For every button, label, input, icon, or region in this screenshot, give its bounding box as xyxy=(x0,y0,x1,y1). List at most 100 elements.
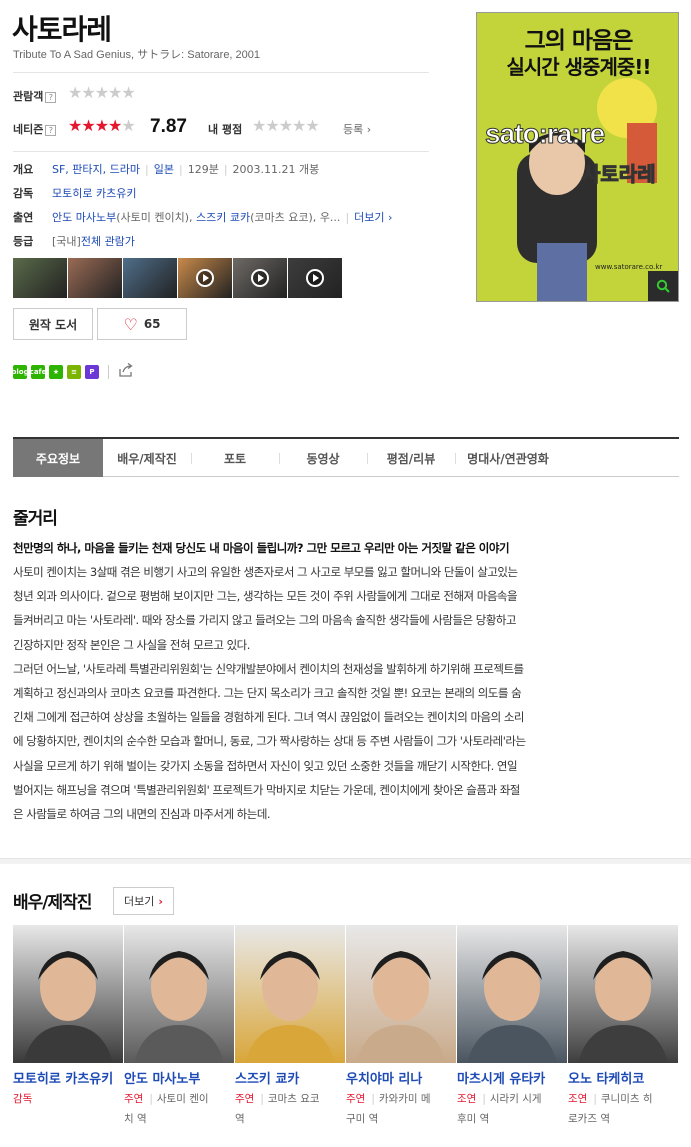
section-tabs: 주요정보 배우/제작진 포토 동영상 평점/리뷰 명대사/연관영화 xyxy=(13,437,679,477)
video-thumbnail[interactable] xyxy=(288,258,342,298)
netizen-label-text: 네티즌 xyxy=(13,123,44,136)
character-name: 시라키 시게 xyxy=(489,1093,542,1105)
star-icon: ★ xyxy=(265,116,279,135)
video-thumbnail[interactable] xyxy=(178,258,232,298)
person-role: 조연 | 쿠니미츠 히 로카즈 역 xyxy=(568,1089,674,1129)
section-divider xyxy=(0,858,691,864)
crew-card[interactable]: 마츠시게 유타카조연 | 시라키 시게 후미 역 xyxy=(457,925,568,1129)
character-name: 코마츠 요코 xyxy=(267,1093,320,1105)
play-icon xyxy=(196,269,214,287)
like-button[interactable]: ♡ 65 xyxy=(97,308,187,340)
synopsis-line: 에 당황하지만, 켄이치의 순수한 모습과 할머니, 동료, 그가 짝사랑하는 … xyxy=(13,734,526,749)
poster-headline-2: 실시간 생중계중!! xyxy=(506,55,651,79)
crew-card[interactable]: 안도 마사노부주연 | 사토미 켄이 치 역 xyxy=(124,925,235,1129)
cast-link-1[interactable]: 안도 마사노부 xyxy=(52,211,116,224)
character-name: 구미 역 xyxy=(346,1113,379,1125)
separator xyxy=(108,364,109,379)
zoom-button[interactable] xyxy=(648,271,678,301)
crew-card[interactable]: 모토히로 카츠유키 감독 xyxy=(13,925,124,1129)
plot-synopsis: 사토미 켄이치는 3살때 겪은 비행기 사고의 유일한 생존자로서 그 사고로 … xyxy=(13,560,679,826)
photo-thumbnail[interactable] xyxy=(123,258,177,298)
separator: | xyxy=(178,163,183,176)
separator: | xyxy=(345,211,350,224)
tab-4[interactable]: 평점/리뷰 xyxy=(367,439,455,477)
crew-heading: 배우/제작진 xyxy=(13,893,92,913)
crew-card[interactable]: 스즈키 쿄카 주연 | 코마츠 요코 역 xyxy=(235,925,346,1129)
role-kind: 주연 xyxy=(124,1093,144,1105)
netizen-rating-label: 네티즌? xyxy=(13,121,57,137)
my-rating-stars[interactable]: ★★★★★ xyxy=(252,116,320,135)
crew-card[interactable]: 오노 타케히코조연 | 쿠니미츠 히 로카즈 역 xyxy=(568,925,679,1129)
person-name-link[interactable]: 오노 타케히코 xyxy=(568,1068,674,1087)
person-name-link[interactable]: 스즈키 쿄카 xyxy=(235,1068,341,1087)
person-role: 조연 | 시라키 시게 후미 역 xyxy=(457,1089,563,1129)
cast-role-2: (코마츠 요코), xyxy=(250,211,317,224)
star-icon: ★ xyxy=(81,83,95,102)
heart-icon: ♡ xyxy=(123,314,138,334)
movie-poster[interactable]: 그의 마음은 실시간 생중계중!! sato:ra:re 사토라레 www.sa… xyxy=(476,12,679,302)
overview-label: 개요 xyxy=(13,163,34,176)
synopsis-line: 청년 외과 의사이다. 겉으로 평범해 보이지만 그는, 생각하는 모든 것이 … xyxy=(13,589,518,604)
star-icon: ★ xyxy=(278,116,293,135)
tab-0[interactable]: 주요정보 xyxy=(13,439,103,477)
like-count: 65 xyxy=(143,317,161,331)
help-icon[interactable]: ? xyxy=(45,91,57,103)
plot-heading: 줄거리 xyxy=(13,509,58,529)
photo-thumbnail[interactable] xyxy=(13,258,67,298)
crew-card[interactable]: 우치야마 리나 주연 | 카와카미 메 구미 역 xyxy=(346,925,457,1129)
synopsis-line: 은 사람들로 하여금 그의 내면의 진심과 마주서게 하는데. xyxy=(13,807,271,822)
tab-1[interactable]: 배우/제작진 xyxy=(103,439,191,477)
grade-prefix: [국내] xyxy=(52,235,81,248)
person-name-link[interactable]: 모토히로 카츠유키 xyxy=(13,1068,119,1087)
cast-more-link[interactable]: 더보기 › xyxy=(354,211,392,224)
person-photo[interactable] xyxy=(457,925,567,1063)
cast-role-1: (사토미 켄이치), xyxy=(116,211,193,224)
director-value: 모토히로 카츠유키 xyxy=(52,185,136,201)
role-kind: 조연 xyxy=(457,1093,477,1105)
register-label: 등록 xyxy=(343,123,364,136)
search-icon xyxy=(656,279,670,293)
crew-more-button[interactable]: 더보기 › xyxy=(113,887,174,915)
tab-2[interactable]: 포토 xyxy=(191,439,279,477)
poster-brand: sato:ra:re xyxy=(484,118,605,150)
grade-link[interactable]: 전체 관람가 xyxy=(81,235,135,248)
person-photo[interactable] xyxy=(235,925,345,1063)
share-bar: blog cafe ★ ≡ P xyxy=(11,362,134,381)
tab-3[interactable]: 동영상 xyxy=(279,439,367,477)
genre-link[interactable]: SF, 판타지, 드라마 xyxy=(52,163,140,176)
character-name: 역 xyxy=(235,1113,245,1125)
country-link[interactable]: 일본 xyxy=(154,163,174,176)
person-photo[interactable] xyxy=(124,925,234,1063)
separator: | xyxy=(371,1093,375,1105)
share-icon[interactable] xyxy=(118,362,134,381)
person-photo[interactable] xyxy=(346,925,456,1063)
cast-label: 출연 xyxy=(13,211,34,224)
cast-link-2[interactable]: 스즈키 쿄카 xyxy=(196,211,250,224)
person-photo[interactable] xyxy=(13,925,123,1063)
chevron-right-icon: › xyxy=(366,123,372,136)
star-icon: ★ xyxy=(94,116,109,135)
cafe-icon[interactable]: cafe xyxy=(30,364,46,379)
person-role: 주연 | 사토미 켄이 치 역 xyxy=(124,1089,230,1129)
person-photo[interactable] xyxy=(568,925,678,1063)
tab-5[interactable]: 명대사/연관영화 xyxy=(455,439,561,477)
video-thumbnail[interactable] xyxy=(233,258,287,298)
person-role: 주연 | 코마츠 요코 역 xyxy=(235,1089,341,1129)
photo-thumbnail[interactable] xyxy=(68,258,122,298)
release-date-link[interactable]: 2003.11.21 개봉 xyxy=(233,163,320,176)
memo-icon[interactable]: ≡ xyxy=(67,364,81,379)
director-label: 감독 xyxy=(13,187,34,200)
person-name-link[interactable]: 마츠시게 유타카 xyxy=(457,1068,563,1087)
calendar-icon[interactable]: P xyxy=(85,364,99,379)
star-icon: ★ xyxy=(292,116,306,135)
person-name-link[interactable]: 안도 마사노부 xyxy=(124,1068,230,1087)
netizen-stars: ★★★★★ xyxy=(68,116,136,135)
original-book-button[interactable]: 원작 도서 xyxy=(13,308,93,340)
blog-icon[interactable]: blog xyxy=(11,364,29,379)
director-link[interactable]: 모토히로 카츠유키 xyxy=(52,187,136,200)
register-rating-link[interactable]: 등록 › xyxy=(343,121,371,137)
bookmark-icon[interactable]: ★ xyxy=(49,364,63,379)
person-name-link[interactable]: 우치야마 리나 xyxy=(346,1068,452,1087)
help-icon[interactable]: ? xyxy=(45,124,57,136)
runtime: 129분 xyxy=(187,163,219,176)
